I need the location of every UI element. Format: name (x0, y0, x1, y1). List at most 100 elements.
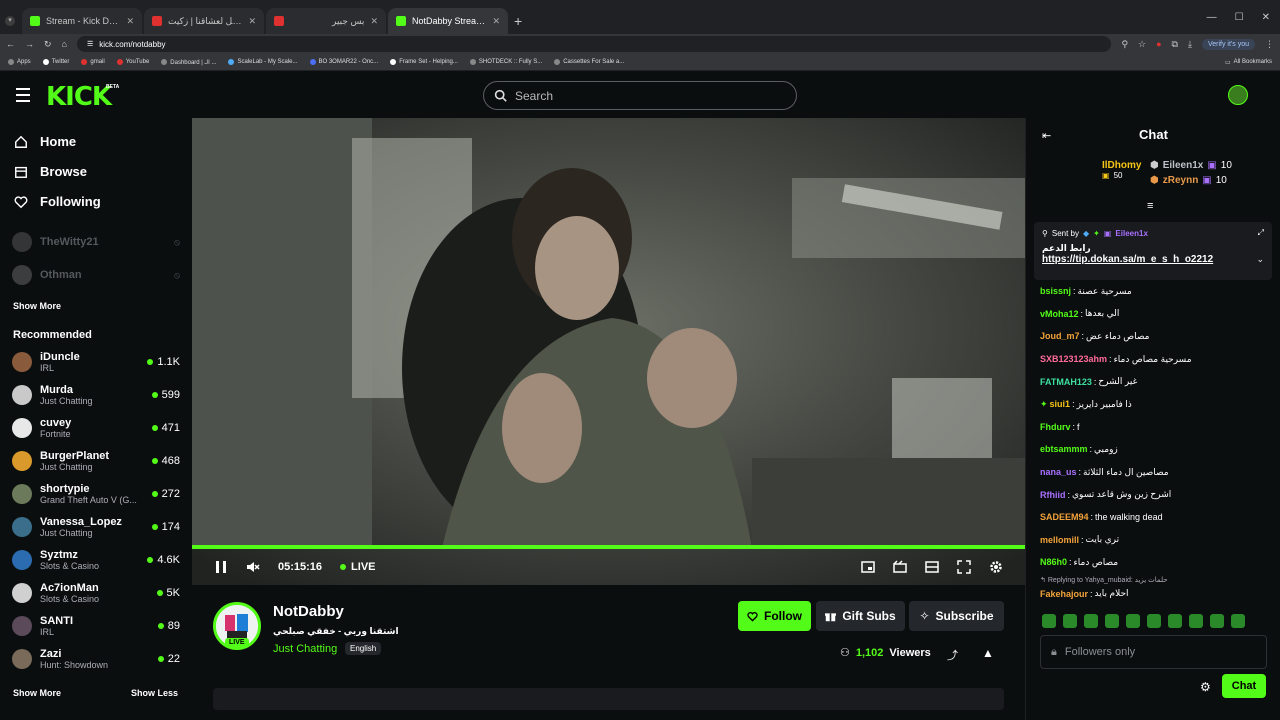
user-avatar[interactable] (1228, 85, 1248, 105)
extensions-puzzle-icon[interactable]: ⧉ (1172, 39, 1178, 50)
recommended-channel[interactable]: cuvey Fortnite 471 (12, 417, 180, 439)
chat-message[interactable]: Fhdurv: f (1040, 416, 1270, 439)
recommended-channel[interactable]: iDuncle IRL 1.1K (12, 351, 180, 373)
sidebar-item-home[interactable]: Home (14, 134, 76, 149)
zoom-icon[interactable]: ⚲ (1121, 39, 1128, 50)
reply-context[interactable]: ↰ Replying to Yahya_mubaid: حلمات يزيد (1040, 574, 1270, 587)
new-tab-button[interactable]: + (514, 8, 532, 34)
chat-message[interactable]: N86h0: مصاص دماء (1040, 551, 1270, 574)
pause-icon[interactable] (214, 560, 228, 574)
fullscreen-icon[interactable] (957, 560, 971, 574)
bookmark-item[interactable]: ScaleLab - My Scale... (228, 59, 298, 65)
bookmark-item[interactable]: YouTube (116, 59, 149, 65)
following-channel[interactable]: TheWitty21 ⦸ (12, 232, 180, 252)
bookmark-item[interactable]: BO 3OMAR22 - Onc... (309, 59, 378, 65)
live-indicator[interactable]: LIVE (340, 561, 376, 573)
recommended-channel[interactable]: shortypie Grand Theft Auto V (G... 272 (12, 483, 180, 505)
recommended-channel[interactable]: Syztmz Slots & Casino 4.6K (12, 549, 180, 571)
browser-tab[interactable]: بس جبير ✕ (266, 8, 386, 34)
recommended-channel[interactable]: Murda Just Chatting 599 (12, 384, 180, 406)
minimize-icon[interactable]: — (1207, 12, 1217, 23)
miniplayer-icon[interactable] (861, 560, 875, 574)
stream-category-link[interactable]: Just Chatting (273, 643, 337, 655)
emote-icon[interactable] (1189, 614, 1203, 628)
site-info-icon[interactable]: ☰ (87, 40, 93, 48)
chat-settings-icon[interactable]: ⚙ (1200, 680, 1211, 694)
pinned-link[interactable]: https://tip.dokan.sa/m_e_s_h_o2212 (1042, 254, 1213, 265)
close-tab-icon[interactable]: ✕ (370, 16, 378, 27)
leaderboard-expand-icon[interactable]: ≡ (1147, 200, 1153, 212)
chat-message[interactable]: mellomill: تري بايت (1040, 529, 1270, 552)
bookmark-item[interactable]: Cassettes For Sale a... (554, 59, 624, 65)
kick-logo[interactable]: KICK (46, 82, 112, 112)
recommended-channel[interactable]: Ac7ionMan Slots & Casino 5K (12, 582, 180, 604)
emote-icon[interactable] (1168, 614, 1182, 628)
close-window-icon[interactable]: ✕ (1262, 12, 1270, 23)
chat-message[interactable]: Joud_m7: مصاص دماء عض (1040, 325, 1270, 348)
sidebar-item-following[interactable]: Following (14, 194, 101, 209)
menu-icon[interactable] (16, 88, 30, 106)
all-bookmarks[interactable]: ▭ All Bookmarks (1225, 59, 1272, 66)
bookmark-item[interactable]: Apps (8, 59, 31, 65)
home-browser-icon[interactable]: ⌂ (62, 39, 67, 49)
browser-tab-active[interactable]: NotDabby Stream - Watch Live✕ (388, 8, 508, 34)
chat-message[interactable]: SXB123123ahm: مسرحية مصاص دماء (1040, 348, 1270, 371)
leaderboard-second[interactable]: ⬢ Eileen1x ▣ 10 ⬢ zReynn ▣ 10 (1150, 160, 1232, 186)
close-tab-icon[interactable]: ✕ (126, 16, 134, 27)
browser-tab[interactable]: مهرجان هتعمل لعشاقنا | زكيت✕ (144, 8, 264, 34)
subscribe-button[interactable]: ✧ Subscribe (909, 601, 1004, 631)
chat-message[interactable]: ✦ siui1: ذا فامبير دايريز (1040, 393, 1270, 416)
close-tab-icon[interactable]: ✕ (248, 16, 256, 27)
chat-message[interactable]: bsissnj: مسرحية عصنة (1040, 280, 1270, 303)
chat-message[interactable]: FATMAH123: غير الشرح (1040, 370, 1270, 393)
bookmark-item[interactable]: Frame Set - Helping... (390, 59, 458, 65)
chat-input[interactable]: 🔒︎ Followers only (1040, 635, 1267, 669)
browser-menu-icon[interactable]: ⋮ (1265, 39, 1274, 50)
bookmark-star-icon[interactable]: ☆ (1138, 39, 1146, 50)
extension-icon[interactable]: ● (1156, 39, 1161, 49)
settings-gear-icon[interactable] (989, 560, 1003, 574)
following-channel[interactable]: Othman ⦸ (12, 265, 180, 285)
verify-profile-button[interactable]: Verify it's you (1201, 38, 1255, 50)
share-icon[interactable]: ⤴ (947, 647, 958, 663)
chat-message[interactable]: ebtsammm: زومبي (1040, 438, 1270, 461)
theater-mode-icon[interactable] (925, 560, 939, 574)
back-icon[interactable]: ← (6, 39, 15, 49)
channel-name[interactable]: NotDabby (273, 603, 344, 620)
reload-icon[interactable]: ↻ (44, 39, 52, 50)
clip-icon[interactable] (893, 560, 907, 574)
maximize-icon[interactable]: ☐ (1235, 12, 1244, 23)
chat-message[interactable]: vMoha12: الي بعدها (1040, 303, 1270, 326)
show-more-following[interactable]: Show More (13, 301, 61, 311)
downloads-icon[interactable]: ⤓ (1188, 39, 1192, 50)
language-tag[interactable]: English (345, 642, 382, 655)
gift-subs-button[interactable]: Gift Subs (816, 601, 905, 631)
follow-button[interactable]: Follow (738, 601, 811, 631)
forward-icon[interactable]: → (25, 39, 34, 49)
bookmark-item[interactable]: Dashboard | الـ ... (161, 59, 216, 66)
emote-icon[interactable] (1231, 614, 1245, 628)
leaderboard-top[interactable]: IlDhomy ▣ 50 (1102, 160, 1141, 180)
bookmark-item[interactable]: Twitter (42, 59, 69, 65)
emote-icon[interactable] (1210, 614, 1224, 628)
emote-icon[interactable] (1126, 614, 1140, 628)
emote-icon[interactable] (1105, 614, 1119, 628)
bookmark-item[interactable]: SHOTDECK :: Fully S... (469, 59, 542, 65)
emote-icon[interactable] (1042, 614, 1056, 628)
browser-tab[interactable]: Stream - Kick Dashboard✕ (22, 8, 142, 34)
recommended-channel[interactable]: BurgerPlanet Just Chatting 468 (12, 450, 180, 472)
show-less-recommended[interactable]: Show Less (131, 688, 178, 698)
url-field[interactable]: ☰ kick.com/notdabby (76, 36, 1112, 52)
chat-message[interactable]: Fakehajour: احلام بايد (1040, 587, 1270, 601)
chat-message[interactable]: nana_us: مصاصين ال دماء الثلاثة (1040, 461, 1270, 484)
emote-icon[interactable] (1084, 614, 1098, 628)
recommended-channel[interactable]: Vanessa_Lopez Just Chatting 174 (12, 516, 180, 538)
unpin-icon[interactable]: ⤢ (1258, 228, 1264, 238)
bookmark-item[interactable]: gmail (81, 59, 105, 65)
mute-icon[interactable] (246, 560, 260, 574)
emote-icon[interactable] (1147, 614, 1161, 628)
show-more-recommended[interactable]: Show More (13, 688, 61, 698)
tab-search-icon[interactable]: ▾ (5, 16, 15, 26)
send-chat-button[interactable]: Chat (1222, 674, 1266, 698)
search-input[interactable]: Search (483, 81, 797, 110)
